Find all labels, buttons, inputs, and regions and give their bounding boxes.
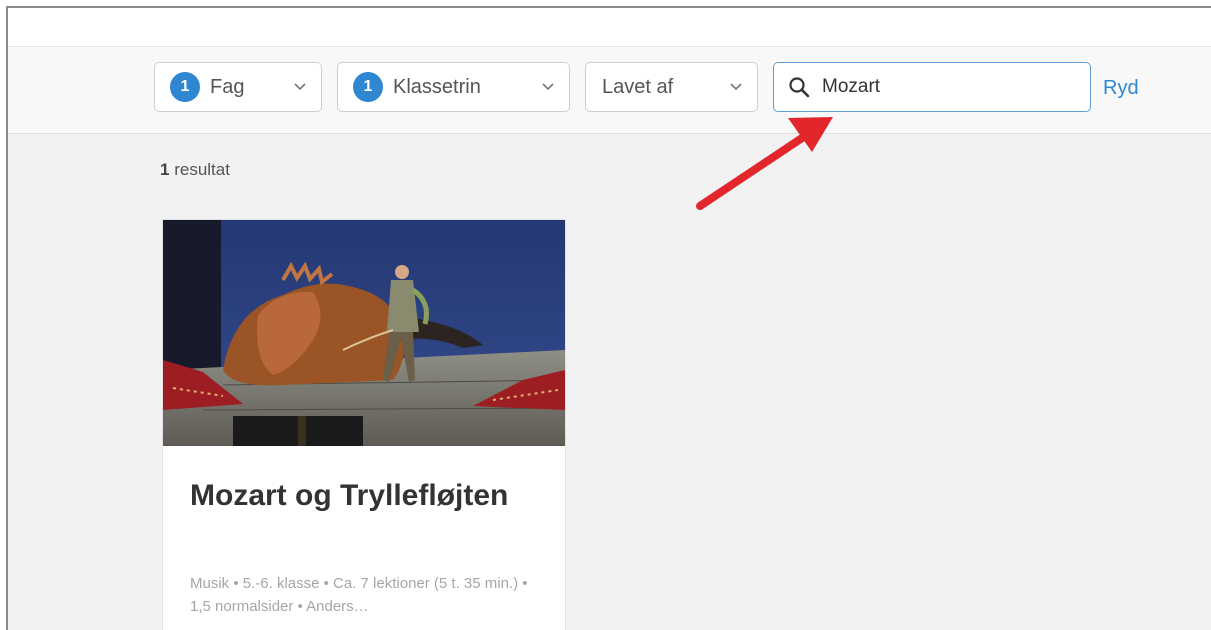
chevron-down-icon [294,83,306,91]
filter-lavet-af-label: Lavet af [602,75,674,98]
filter-count-badge: 1 [353,72,383,102]
filter-lavet-af-button[interactable]: Lavet af [585,62,758,112]
results-number: 1 [160,160,170,179]
course-meta: Musik • 5.-6. klasse • Ca. 7 lektioner (… [190,575,528,615]
filter-klassetrin-button[interactable]: 1 Klassetrin [337,62,570,112]
results-label: resultat [174,160,230,179]
filter-count-badge: 1 [170,72,200,102]
filter-klassetrin-label: Klassetrin [393,75,481,98]
clear-filters-link[interactable]: Ryd [1103,77,1139,100]
course-card[interactable]: Mozart og Tryllefløjten Musik • 5.-6. kl… [162,219,566,630]
filter-fag-label: Fag [210,75,245,98]
top-header [8,8,1211,47]
search-input[interactable] [822,76,1062,98]
chevron-down-icon [542,83,554,91]
search-icon [789,77,810,98]
filter-bar: 1 Fag 1 Klassetrin Lavet af Ryd [8,47,1211,134]
course-card-image [163,220,565,446]
search-box[interactable] [773,62,1091,112]
chevron-down-icon [730,83,742,91]
filter-fag-button[interactable]: 1 Fag [154,62,322,112]
app-window: 1 Fag 1 Klassetrin Lavet af Ryd 1 result… [6,6,1211,630]
course-title: Mozart og Tryllefløjten [190,479,509,512]
results-count: 1 resultat [160,160,230,180]
